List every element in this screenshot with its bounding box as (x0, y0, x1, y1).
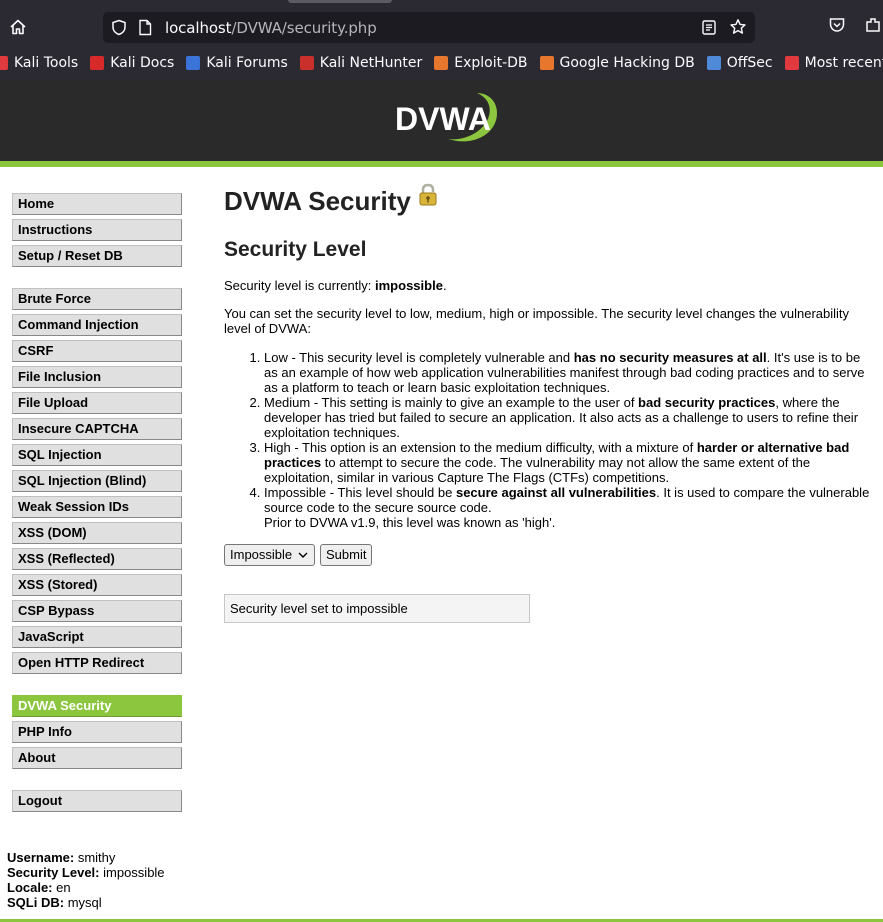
level-description: High - This option is an extension to th… (264, 440, 874, 485)
sidebar-item-weak-session-ids[interactable]: Weak Session IDs (12, 496, 182, 518)
bookmark-kali-docs[interactable]: Kali Docs (90, 55, 174, 71)
tab-indicator (288, 0, 392, 3)
main-content: DVWA Security Security Level Security le… (224, 183, 874, 623)
shield-icon[interactable] (111, 19, 127, 39)
sidebar-item-xss-stored[interactable]: XSS (Stored) (12, 574, 182, 596)
dvwa-header: DVWA (0, 80, 883, 161)
sidebar-item-instructions[interactable]: Instructions (12, 219, 182, 241)
sqli-db-value: mysql (67, 895, 102, 910)
sidebar-item-javascript[interactable]: JavaScript (12, 626, 182, 648)
sidebar-item-file-inclusion[interactable]: File Inclusion (12, 366, 182, 388)
current-level-value: impossible (375, 278, 443, 293)
security-level-value: impossible (103, 865, 165, 880)
menu-group-logout: Logout (12, 790, 182, 816)
sidebar-item-open-http-redirect[interactable]: Open HTTP Redirect (12, 652, 182, 674)
page-title-text: DVWA Security (224, 185, 411, 216)
bookmark-favicon-icon (299, 56, 314, 70)
chevron-down-icon (297, 548, 309, 568)
url-text[interactable]: localhost/DVWA/security.php (165, 19, 377, 37)
sidebar-item-sql-injection[interactable]: SQL Injection (12, 444, 182, 466)
current-level-text: Security level is currently: impossible. (224, 278, 447, 293)
user-info: Username: smithy Security Level: impossi… (7, 850, 165, 910)
bookmark-favicon-icon (434, 56, 449, 70)
sidebar-item-csrf[interactable]: CSRF (12, 340, 182, 362)
menu-group-vulnerabilities: Brute Force Command Injection CSRF File Inc… (12, 288, 182, 678)
bookmark-google-hacking-db[interactable]: Google Hacking DB (539, 55, 695, 71)
intro-text: You can set the security level to low, m… (224, 306, 850, 336)
sidebar-item-about[interactable]: About (12, 747, 182, 769)
levels-list: Low - This security level is completely … (264, 350, 874, 530)
submit-button[interactable]: Submit (320, 544, 373, 566)
level-description: Impossible - This level should be secure… (264, 485, 874, 530)
level-description: Low - This security level is completely … (264, 350, 874, 395)
bookmark-kali-forums[interactable]: Kali Forums (186, 55, 288, 71)
sidebar-item-xss-reflected[interactable]: XSS (Reflected) (12, 548, 182, 570)
sidebar-item-command-injection[interactable]: Command Injection (12, 314, 182, 336)
bookmark-most-recent-entr[interactable]: Most recent entr (784, 55, 883, 71)
home-icon[interactable] (4, 12, 32, 42)
extensions-icon[interactable] (864, 16, 882, 37)
bookmarks-toolbar: Kali Tools Kali Docs Kali Forums Kali NetHu… (0, 50, 883, 76)
sidebar-item-insecure-captcha[interactable]: Insecure CAPTCHA (12, 418, 182, 440)
page-icon (138, 19, 152, 39)
browser-chrome: localhost/DVWA/security.php Kali Tools Ka… (0, 0, 883, 80)
sidebar-item-logout[interactable]: Logout (12, 790, 182, 812)
url-bar[interactable]: localhost/DVWA/security.php (103, 12, 755, 43)
security-level-select[interactable]: Impossible (224, 544, 315, 566)
bookmark-favicon-icon (90, 56, 105, 70)
pocket-icon[interactable] (828, 16, 846, 37)
bookmark-kali-tools[interactable]: Kali Tools (0, 55, 78, 71)
svg-text:DVWA: DVWA (395, 101, 491, 137)
username-value: smithy (77, 850, 116, 865)
status-message: Security level set to impossible (224, 594, 530, 623)
sidebar-item-sql-injection-blind[interactable]: SQL Injection (Blind) (12, 470, 182, 492)
level-description: Medium - This setting is mainly to give … (264, 395, 874, 440)
sidebar-item-xss-dom[interactable]: XSS (DOM) (12, 522, 182, 544)
lock-icon (417, 183, 439, 214)
bookmark-kali-nethunter[interactable]: Kali NetHunter (299, 55, 422, 71)
bookmark-favicon-icon (706, 56, 721, 70)
sidebar-item-file-upload[interactable]: File Upload (12, 392, 182, 414)
page-title: DVWA Security (224, 183, 874, 218)
sidebar-item-brute-force[interactable]: Brute Force (12, 288, 182, 310)
bookmark-favicon-icon (0, 56, 8, 70)
sidebar-item-php-info[interactable]: PHP Info (12, 721, 182, 743)
bookmark-favicon-icon (186, 56, 201, 70)
locale-value: en (56, 880, 71, 895)
bookmark-star-icon[interactable] (729, 18, 747, 39)
bookmark-offsec[interactable]: OffSec (706, 55, 773, 71)
dvwa-logo[interactable]: DVWA (393, 89, 503, 151)
reader-view-icon[interactable] (701, 19, 717, 39)
bookmark-favicon-icon (784, 56, 799, 70)
sidebar-item-home[interactable]: Home (12, 193, 182, 215)
header-accent-line (0, 161, 883, 167)
level-note: Prior to DVWA v1.9, this level was known… (264, 515, 556, 530)
menu-group-main: Home Instructions Setup / Reset DB (12, 193, 182, 271)
sidebar-item-setup-reset-db[interactable]: Setup / Reset DB (12, 245, 182, 267)
sidebar-item-dvwa-security[interactable]: DVWA Security (12, 695, 182, 717)
bookmark-exploit-db[interactable]: Exploit-DB (434, 55, 528, 71)
bookmark-favicon-icon (539, 56, 554, 70)
menu-group-info: DVWA Security PHP Info About (12, 695, 182, 773)
security-form: Impossible Submit (224, 544, 874, 566)
sidebar-item-csp-bypass[interactable]: CSP Bypass (12, 600, 182, 622)
section-title: Security Level (224, 238, 367, 261)
